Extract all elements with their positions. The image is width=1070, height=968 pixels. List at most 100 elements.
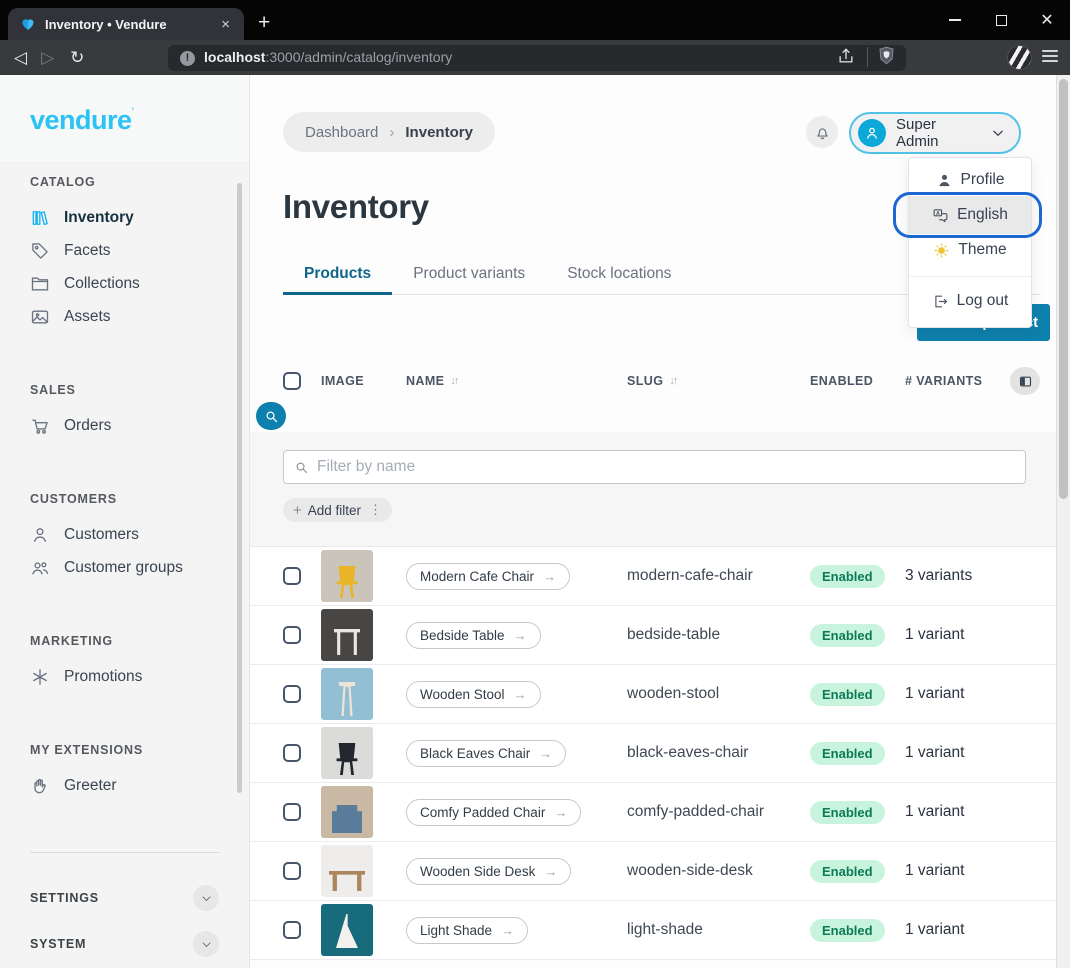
- brave-shield-icon[interactable]: [876, 45, 897, 71]
- browser-profile-avatar[interactable]: [1007, 45, 1032, 70]
- table-row: Wooden Stool→wooden-stoolEnabled1 varian…: [250, 665, 1057, 724]
- sidebar-group-system[interactable]: SYSTEM: [0, 921, 249, 967]
- product-thumbnail: [321, 845, 373, 897]
- nav-section: SALESOrders: [0, 383, 249, 442]
- product-name-link[interactable]: Comfy Padded Chair→: [406, 799, 581, 826]
- sidebar-item-orders[interactable]: Orders: [0, 409, 249, 442]
- status-badge: Enabled: [810, 742, 885, 765]
- sidebar-item-promotions[interactable]: Promotions: [0, 660, 249, 693]
- row-checkbox[interactable]: [283, 803, 301, 821]
- table-row: Black Eaves Chair→black-eaves-chairEnabl…: [250, 724, 1057, 783]
- sidebar-item-label: Inventory: [64, 209, 134, 227]
- menu-divider: [909, 276, 1031, 277]
- user-menu-button[interactable]: Super Admin: [849, 112, 1021, 154]
- tab-product-variants[interactable]: Product variants: [392, 256, 546, 295]
- sidebar-item-inventory[interactable]: Inventory: [0, 201, 249, 234]
- search-toggle-button[interactable]: [256, 402, 286, 430]
- vendure-logo[interactable]: vendure’: [0, 75, 249, 163]
- arrow-right-icon: →: [544, 864, 557, 879]
- row-checkbox[interactable]: [283, 626, 301, 644]
- browser-tab[interactable]: Inventory • Vendure ×: [8, 8, 244, 40]
- tab-close-icon[interactable]: ×: [217, 15, 234, 34]
- tag-icon: [30, 241, 50, 261]
- variant-count: 1 variant: [905, 685, 1027, 703]
- sidebar-item-collections[interactable]: Collections: [0, 267, 249, 300]
- product-thumbnail: [321, 786, 373, 838]
- product-name-link[interactable]: Modern Cafe Chair→: [406, 563, 570, 590]
- row-checkbox[interactable]: [283, 921, 301, 939]
- sidebar-group-label: SYSTEM: [30, 937, 86, 951]
- column-picker-button[interactable]: [1010, 367, 1040, 395]
- product-name: Wooden Stool: [420, 687, 505, 702]
- window-minimize-button[interactable]: [932, 0, 978, 40]
- sidebar-item-customers[interactable]: Customers: [0, 518, 249, 551]
- breadcrumb-inventory[interactable]: Inventory: [405, 124, 473, 141]
- sidebar-group-settings[interactable]: SETTINGS: [0, 875, 249, 921]
- window-maximize-button[interactable]: [978, 0, 1024, 40]
- sidebar-item-label: Facets: [64, 242, 111, 260]
- browser-menu-icon[interactable]: [1042, 50, 1058, 65]
- menu-item-profile[interactable]: Profile: [909, 164, 1031, 196]
- row-checkbox[interactable]: [283, 862, 301, 880]
- sidebar-scrollbar[interactable]: [237, 183, 242, 793]
- notifications-button[interactable]: [806, 116, 838, 148]
- bell-icon: [814, 124, 831, 141]
- product-slug: bedside-table: [627, 626, 810, 644]
- reload-button[interactable]: ↻: [70, 48, 84, 68]
- product-name-link[interactable]: Light Shade→: [406, 917, 528, 944]
- translate-icon: A: [932, 207, 949, 224]
- thumbnail-shape: [334, 743, 360, 775]
- sidebar-item-greeter[interactable]: Greeter: [0, 769, 249, 802]
- product-name-link[interactable]: Wooden Stool→: [406, 681, 541, 708]
- arrow-right-icon: →: [543, 569, 556, 584]
- filter-input[interactable]: [317, 458, 1015, 476]
- column-header-slug[interactable]: SLUG↓↑: [627, 374, 810, 388]
- sort-icon[interactable]: ↓↑: [450, 375, 457, 387]
- kebab-menu-icon[interactable]: ⋮: [369, 502, 382, 518]
- svg-text:A: A: [936, 210, 940, 216]
- tab-stock-locations[interactable]: Stock locations: [546, 256, 692, 295]
- site-info-icon[interactable]: !: [180, 51, 195, 66]
- breadcrumb[interactable]: Dashboard › Inventory: [283, 112, 495, 152]
- nav-section-heading: MARKETING: [30, 634, 249, 650]
- select-all-checkbox[interactable]: [283, 372, 301, 390]
- status-badge: Enabled: [810, 919, 885, 942]
- new-tab-button[interactable]: +: [258, 11, 270, 35]
- row-checkbox[interactable]: [283, 567, 301, 585]
- menu-item-log-out[interactable]: Log out: [909, 285, 1031, 317]
- app-frame: vendure’ CATALOGInventoryFacetsCollectio…: [0, 75, 1070, 968]
- sidebar: vendure’ CATALOGInventoryFacetsCollectio…: [0, 75, 250, 968]
- forward-button[interactable]: ▷: [41, 48, 54, 68]
- row-checkbox[interactable]: [283, 685, 301, 703]
- search-icon: [264, 409, 279, 424]
- sidebar-item-customer-groups[interactable]: Customer groups: [0, 551, 249, 584]
- product-name-link[interactable]: Wooden Side Desk→: [406, 858, 571, 885]
- chevron-down-icon[interactable]: [193, 931, 219, 957]
- window-close-button[interactable]: ✕: [1024, 0, 1070, 40]
- toolbar-separator: [867, 47, 868, 67]
- address-bar[interactable]: ! localhost:3000/admin/catalog/inventory: [168, 45, 906, 71]
- product-thumbnail: [321, 609, 373, 661]
- product-name-link[interactable]: Black Eaves Chair→: [406, 740, 566, 767]
- add-filter-button[interactable]: + Add filter ⋮: [283, 498, 392, 522]
- sidebar-item-facets[interactable]: Facets: [0, 234, 249, 267]
- users-icon: [30, 558, 50, 578]
- sort-icon[interactable]: ↓↑: [669, 375, 676, 387]
- back-button[interactable]: ◁: [14, 48, 27, 68]
- row-checkbox[interactable]: [283, 744, 301, 762]
- breadcrumb-dashboard[interactable]: Dashboard: [305, 124, 378, 141]
- column-header-enabled: ENABLED: [810, 374, 905, 388]
- sidebar-item-assets[interactable]: Assets: [0, 300, 249, 333]
- tabs: ProductsProduct variantsStock locations: [283, 256, 692, 295]
- page-scrollbar[interactable]: [1056, 75, 1070, 968]
- product-thumbnail: [321, 904, 373, 956]
- menu-item-english[interactable]: AEnglish: [909, 196, 1031, 234]
- product-name-link[interactable]: Bedside Table→: [406, 622, 541, 649]
- user-icon: [30, 525, 50, 545]
- chevron-down-icon[interactable]: [193, 885, 219, 911]
- column-header-name[interactable]: NAME↓↑: [406, 374, 627, 388]
- tab-products[interactable]: Products: [283, 256, 392, 295]
- menu-item-theme[interactable]: Theme: [909, 234, 1031, 266]
- scrollbar-thumb[interactable]: [1059, 79, 1068, 499]
- share-icon[interactable]: [836, 46, 856, 71]
